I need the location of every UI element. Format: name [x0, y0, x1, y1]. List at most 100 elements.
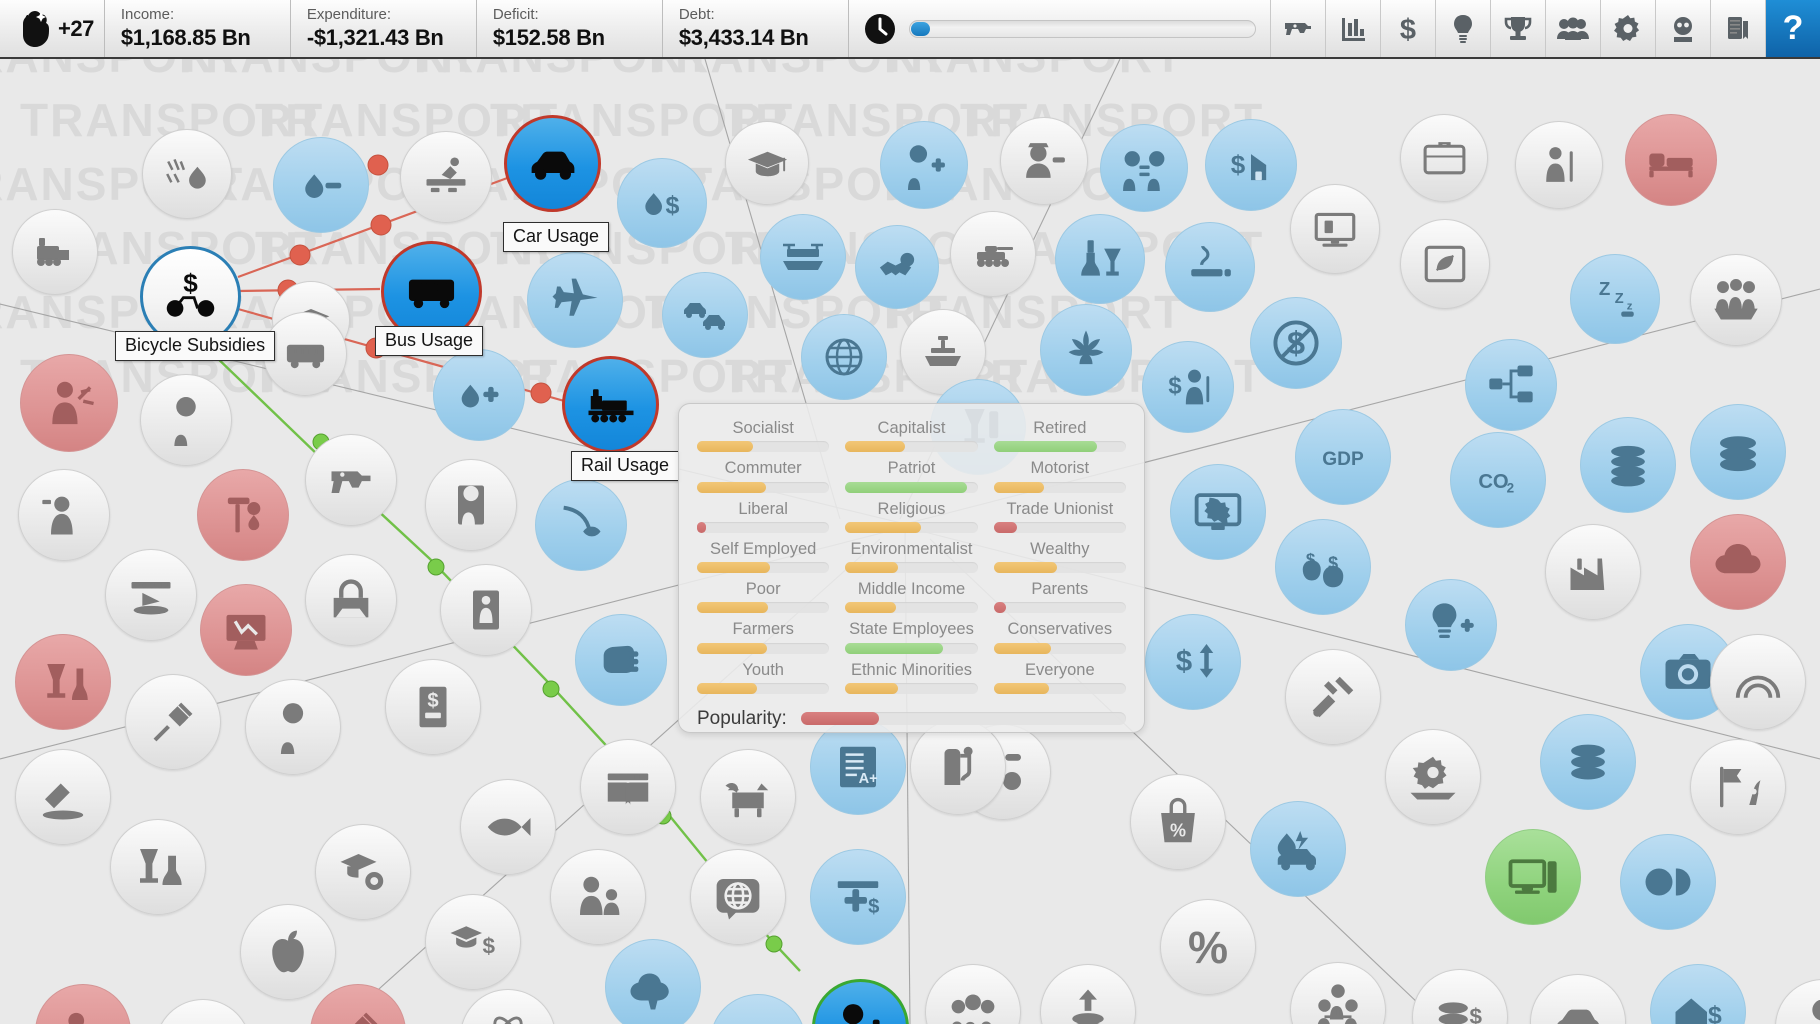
node-water-plus-policy[interactable] — [433, 349, 525, 441]
node-volatility-policy[interactable]: $ — [1145, 614, 1241, 710]
voter-group[interactable]: Socialist — [693, 416, 833, 456]
node-coin-stack-indicator[interactable] — [1540, 714, 1636, 810]
node-homeless-policy[interactable] — [18, 469, 110, 561]
node-prison-policy[interactable] — [425, 459, 517, 551]
node-fist-policy[interactable] — [575, 614, 667, 706]
settings-icon[interactable] — [1600, 0, 1655, 57]
voter-group[interactable]: Conservatives — [990, 617, 1130, 657]
voter-group[interactable]: Middle Income — [841, 577, 981, 617]
node-money-bag-policy[interactable]: $ $ — [1275, 519, 1371, 615]
voter-group[interactable]: Capitalist — [841, 416, 981, 456]
node-train-policy[interactable] — [12, 209, 98, 295]
node-petrol-policy[interactable] — [910, 719, 1006, 815]
node-ferry-policy[interactable] — [760, 214, 846, 300]
node-graduation-cap-top[interactable] — [725, 121, 809, 205]
help-button[interactable]: ? — [1765, 0, 1820, 57]
node-gun-policy[interactable] — [305, 434, 397, 526]
voter-group[interactable]: Patriot — [841, 456, 981, 496]
node-vaccine-policy[interactable] — [125, 674, 221, 770]
node-alcohol-policy[interactable] — [1055, 214, 1145, 304]
node-sleep-policy[interactable]: ZZz — [1570, 254, 1660, 344]
bar-chart-icon[interactable] — [1325, 0, 1380, 57]
turn-progress-bar[interactable] — [908, 19, 1256, 38]
node-grad-dollar-policy[interactable]: $ — [425, 894, 521, 990]
node-co2-indicator[interactable]: CO 2 — [1450, 432, 1546, 528]
node-shopping-tax-policy[interactable]: % — [1130, 774, 1226, 870]
node-jury-b-policy[interactable] — [15, 749, 111, 845]
node-atm-policy[interactable]: $ — [385, 659, 481, 755]
node-streetlight-policy[interactable] — [197, 469, 289, 561]
node-gear-hand-policy[interactable] — [1385, 729, 1481, 825]
voter-group[interactable]: State Employees — [841, 617, 981, 657]
lightbulb-icon[interactable] — [1435, 0, 1490, 57]
node-jury-policy[interactable] — [105, 549, 197, 641]
node-equality-policy[interactable] — [1100, 124, 1188, 212]
node-factory-indicator[interactable] — [1545, 524, 1641, 620]
node-health-spend-policy[interactable]: $ — [810, 849, 906, 945]
node-network-policy[interactable] — [1465, 339, 1557, 431]
node-migration-policy[interactable] — [1400, 114, 1488, 202]
node-immigration-policy[interactable] — [880, 121, 968, 209]
node-gdp-indicator[interactable]: GDP — [1295, 409, 1391, 505]
voter-group[interactable]: Trade Unionist — [990, 497, 1130, 537]
voter-group[interactable]: Retired — [990, 416, 1130, 456]
node-globe-policy[interactable] — [801, 314, 887, 400]
node-water-reduce-policy[interactable] — [273, 137, 369, 233]
node-housing-subsidy[interactable]: $ — [1205, 119, 1297, 211]
node-coins-indicator[interactable] — [1580, 417, 1676, 513]
node-elderly-policy[interactable] — [1515, 121, 1603, 209]
node-union-policy[interactable] — [200, 584, 292, 676]
node-apple-policy[interactable] — [240, 904, 336, 1000]
node-bulb-plus-policy[interactable] — [1405, 579, 1497, 671]
node-travel-ban-policy[interactable] — [1625, 114, 1717, 206]
node-no-dollar-policy[interactable]: $ — [1250, 297, 1342, 389]
voter-group[interactable]: Youth — [693, 658, 833, 698]
dollar-icon[interactable]: $ — [1380, 0, 1435, 57]
node-protest-policy[interactable] — [20, 354, 118, 452]
node-pie-chart-policy[interactable] — [1620, 834, 1716, 930]
voter-group[interactable]: Ethnic Minorities — [841, 658, 981, 698]
node-lift-policy[interactable] — [440, 564, 532, 656]
trophy-icon[interactable] — [1490, 0, 1545, 57]
node-cow-policy[interactable] — [700, 749, 796, 845]
node-grades-indicator[interactable]: A+ — [810, 719, 906, 815]
node-tech-policy[interactable] — [1170, 464, 1266, 560]
node-rail-usage[interactable] — [562, 356, 659, 453]
node-smoking-policy[interactable] — [1165, 222, 1255, 312]
voter-group[interactable]: Commuter — [693, 456, 833, 496]
node-car-fleet-policy[interactable] — [662, 272, 748, 358]
node-trade-policy[interactable] — [855, 225, 939, 309]
node-percent-policy[interactable]: % — [1160, 899, 1256, 995]
node-tank-policy[interactable] — [950, 211, 1036, 297]
ministers-icon[interactable] — [1710, 0, 1765, 57]
node-cannabis-policy[interactable] — [1040, 304, 1132, 396]
voter-group[interactable]: Poor — [693, 577, 833, 617]
node-car-usage[interactable] — [504, 115, 601, 212]
node-bus-grey-policy[interactable] — [263, 312, 347, 396]
node-parks-policy[interactable] — [605, 939, 701, 1024]
node-roadworks-policy[interactable] — [400, 131, 492, 223]
node-tobacco-policy[interactable] — [1400, 219, 1490, 309]
voter-group[interactable]: Motorist — [990, 456, 1130, 496]
node-lock-policy[interactable] — [305, 554, 397, 646]
node-pension-policy[interactable]: $ — [1142, 341, 1234, 433]
node-cloud-indicator[interactable] — [1690, 514, 1786, 610]
node-ev-policy[interactable] — [1250, 801, 1346, 897]
node-green-monitor-policy[interactable] — [1485, 829, 1581, 925]
node-welfare-hand-policy[interactable] — [1690, 254, 1782, 346]
spy-icon[interactable] — [1655, 0, 1710, 57]
voter-group[interactable]: Liberal — [693, 497, 833, 537]
node-rainfall-policy[interactable] — [142, 129, 232, 219]
node-water-cost-policy[interactable]: $ — [617, 158, 707, 248]
voter-group[interactable]: Self Employed — [693, 537, 833, 577]
node-fishing-policy[interactable] — [535, 479, 627, 571]
pistol-icon[interactable] — [1270, 0, 1325, 57]
policy-board[interactable]: TRANSPORT TRANSPORT TRANSPORT TRANSPORT TRAN… — [0, 59, 1820, 1024]
voter-group[interactable]: Farmers — [693, 617, 833, 657]
voter-group[interactable]: Parents — [990, 577, 1130, 617]
node-parental-policy[interactable] — [550, 849, 646, 945]
node-fish-policy[interactable] — [460, 779, 556, 875]
node-tools-policy[interactable] — [1285, 649, 1381, 745]
node-air-travel[interactable] — [527, 252, 623, 348]
node-police-policy[interactable] — [1000, 117, 1088, 205]
